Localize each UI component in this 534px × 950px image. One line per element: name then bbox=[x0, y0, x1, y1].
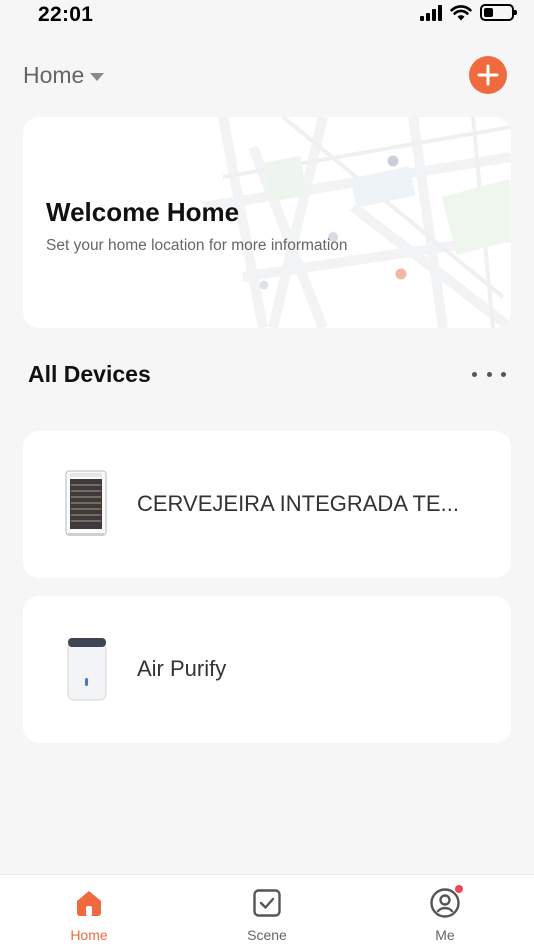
plus-icon bbox=[477, 64, 499, 86]
status-icons bbox=[420, 4, 517, 21]
battery-icon bbox=[480, 4, 517, 21]
home-selector-label: Home bbox=[23, 62, 85, 88]
device-name: Air Purify bbox=[137, 656, 227, 681]
welcome-subtitle: Set your home location for more informat… bbox=[46, 237, 348, 254]
profile-icon-wrap bbox=[429, 884, 464, 919]
status-time: 22:01 bbox=[38, 3, 94, 26]
device-card-air-purifier[interactable]: Air Purify bbox=[23, 596, 511, 743]
scene-checkbox-icon bbox=[253, 889, 281, 917]
add-device-button[interactable] bbox=[469, 56, 507, 94]
welcome-title: Welcome Home bbox=[46, 197, 240, 227]
tab-scene-label: Scene bbox=[247, 927, 287, 943]
notification-badge bbox=[454, 884, 464, 894]
tab-home-label: Home bbox=[70, 927, 108, 943]
caret-down-icon bbox=[90, 72, 105, 81]
welcome-card[interactable]: Welcome Home Set your home location for … bbox=[23, 117, 511, 328]
device-card-wine-cooler[interactable]: CERVEJEIRA INTEGRADA TE... bbox=[23, 431, 511, 578]
wine-cooler-icon bbox=[65, 470, 107, 536]
tab-home[interactable]: Home bbox=[0, 875, 178, 950]
home-icon bbox=[77, 891, 101, 916]
air-purifier-icon bbox=[67, 638, 107, 701]
wifi-icon bbox=[450, 5, 472, 21]
tab-me-label: Me bbox=[435, 927, 455, 943]
tab-me[interactable]: Me bbox=[356, 875, 534, 950]
tab-bar: Home Scene Me bbox=[0, 874, 534, 950]
home-selector[interactable]: Home bbox=[23, 62, 105, 89]
tab-scene[interactable]: Scene bbox=[178, 875, 356, 950]
status-bar: 22:01 bbox=[0, 0, 534, 34]
all-devices-title: All Devices bbox=[28, 361, 151, 387]
device-name: CERVEJEIRA INTEGRADA TE... bbox=[137, 491, 459, 516]
more-icon[interactable] bbox=[472, 364, 506, 384]
signal-icon bbox=[420, 4, 442, 21]
